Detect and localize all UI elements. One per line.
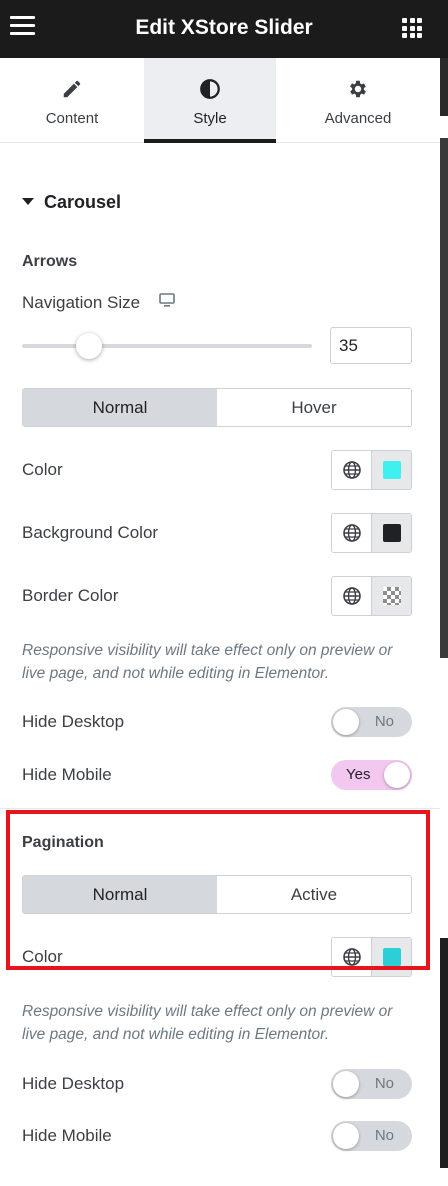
arrows-tab-hover[interactable]: Hover (217, 389, 411, 426)
pagination-color-picker (331, 937, 412, 977)
global-colors-button[interactable] (332, 514, 372, 552)
tab-style-label: Style (193, 110, 227, 127)
arrows-heading: Arrows (22, 253, 78, 270)
section-carousel-toggle[interactable]: Carousel (22, 192, 121, 213)
pagination-hide-mobile-switch[interactable]: No (331, 1121, 412, 1151)
widgets-grid-icon[interactable] (402, 18, 422, 38)
arrows-border-color-swatch-button[interactable] (372, 577, 411, 615)
gear-icon (350, 80, 366, 98)
section-divider (0, 808, 440, 809)
transparent-swatch (383, 587, 401, 605)
arrows-tab-normal[interactable]: Normal (23, 389, 217, 426)
switch-state-text: No (374, 713, 394, 730)
pagination-hide-desktop-switch[interactable]: No (331, 1069, 412, 1099)
desktop-icon[interactable] (159, 293, 175, 307)
navigation-size-input[interactable] (330, 327, 412, 364)
navigation-size-label: Navigation Size (22, 293, 175, 313)
pagination-heading: Pagination (22, 834, 104, 851)
arrows-hide-mobile-label: Hide Mobile (22, 765, 112, 784)
navigation-size-slider-handle[interactable] (75, 333, 102, 359)
switch-knob (333, 709, 359, 735)
pagination-color-label: Color (22, 947, 63, 966)
arrows-color-picker (331, 450, 412, 490)
pagination-color-swatch-button[interactable] (372, 938, 411, 976)
arrows-border-color-label: Border Color (22, 586, 119, 605)
globe-icon (343, 948, 361, 966)
switch-state-text: Yes (346, 766, 371, 783)
panel-tabs: Content Style Advanced (0, 58, 440, 143)
arrows-background-color-swatch-button[interactable] (372, 514, 411, 552)
arrows-visibility-note: Responsive visibility will take effect o… (22, 642, 393, 682)
arrows-hide-mobile-switch[interactable]: Yes (331, 760, 412, 790)
section-title: Carousel (44, 192, 122, 212)
tab-content[interactable]: Content (0, 58, 144, 143)
pagination-tab-normal[interactable]: Normal (23, 876, 217, 913)
pagination-hide-desktop-label: Hide Desktop (22, 1074, 125, 1093)
arrows-background-color-label: Background Color (22, 523, 159, 542)
arrows-color-swatch (383, 461, 401, 479)
pagination-color-swatch (383, 948, 401, 966)
tab-advanced[interactable]: Advanced (276, 58, 440, 143)
switch-state-text: No (374, 1127, 394, 1144)
switch-knob (333, 1123, 359, 1149)
global-colors-button[interactable] (332, 451, 372, 489)
pagination-state-tabs: Normal Active (22, 875, 412, 914)
switch-state-text: No (374, 1075, 394, 1092)
switch-knob (333, 1071, 359, 1097)
pencil-icon (63, 80, 81, 98)
arrows-hide-desktop-switch[interactable]: No (331, 707, 412, 737)
global-colors-button[interactable] (332, 577, 372, 615)
globe-icon (343, 587, 361, 605)
switch-knob (384, 762, 410, 788)
navigation-size-slider-track[interactable] (22, 344, 312, 348)
half-circle-icon (200, 79, 220, 99)
pagination-hide-mobile-label: Hide Mobile (22, 1126, 112, 1145)
globe-icon (343, 524, 361, 542)
global-colors-button[interactable] (332, 938, 372, 976)
arrows-background-color-swatch (383, 524, 401, 542)
arrows-background-color-picker (331, 513, 412, 553)
tab-content-label: Content (45, 110, 99, 127)
arrows-border-color-picker (331, 576, 412, 616)
pagination-visibility-note: Responsive visibility will take effect o… (22, 1003, 393, 1043)
preview-canvas-edge (440, 58, 448, 1186)
pagination-tab-active[interactable]: Active (217, 876, 411, 913)
globe-icon (343, 461, 361, 479)
tab-style[interactable]: Style (144, 58, 276, 143)
caret-down-icon (22, 198, 34, 205)
tab-advanced-label: Advanced (324, 110, 392, 127)
arrows-hide-desktop-label: Hide Desktop (22, 712, 125, 731)
navigation-size-text: Navigation Size (22, 293, 141, 312)
arrows-color-swatch-button[interactable] (372, 451, 411, 489)
arrows-state-tabs: Normal Hover (22, 388, 412, 427)
arrows-color-label: Color (22, 460, 63, 479)
panel-title: Edit XStore Slider (135, 16, 313, 39)
editor-header: Edit XStore Slider (0, 0, 448, 58)
